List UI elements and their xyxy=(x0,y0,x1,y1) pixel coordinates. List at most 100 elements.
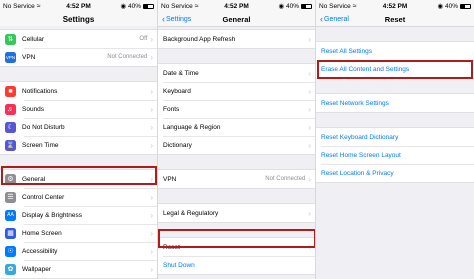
chevron-right-icon: › xyxy=(150,246,153,256)
general-group-vpn: VPN Not Connected › xyxy=(158,169,315,189)
battery-icon xyxy=(460,3,472,9)
general-group-refresh: Background App Refresh › xyxy=(158,29,315,49)
settings-row-general[interactable]: ⚙ General › xyxy=(0,170,157,188)
settings-group-notifications: ■ Notifications › ♬ Sounds › ☾ Do Not Di… xyxy=(0,81,157,155)
control-center-icon: ☰ xyxy=(5,191,16,203)
row-label: Notifications xyxy=(22,87,58,95)
chevron-left-icon: ‹ xyxy=(320,14,323,24)
general-row-legal[interactable]: Legal & Regulatory › xyxy=(158,204,315,222)
chevron-right-icon: › xyxy=(308,242,311,252)
chevron-right-icon: › xyxy=(150,174,153,184)
hourglass-icon: ⌛ xyxy=(5,139,16,151)
nav-bar: ‹ General Reset xyxy=(316,12,474,27)
settings-row-display-brightness[interactable]: AA Display & Brightness › xyxy=(0,206,157,224)
chevron-right-icon: › xyxy=(308,86,311,96)
reset-group-network: Reset Network Settings xyxy=(316,93,474,113)
reset-group-settings: Reset All Settings Erase All Content and… xyxy=(316,41,474,79)
chevron-right-icon: › xyxy=(150,104,153,114)
page-title: Reset xyxy=(384,14,406,24)
reset-row-keyboard-dictionary[interactable]: Reset Keyboard Dictionary xyxy=(316,128,474,146)
reset-group-misc: Reset Keyboard Dictionary Reset Home Scr… xyxy=(316,127,474,183)
battery-area: ◉ 40% xyxy=(91,2,155,10)
row-label: Display & Brightness xyxy=(22,211,82,219)
back-label: General xyxy=(324,15,349,23)
general-row-fonts[interactable]: Fonts › xyxy=(158,100,315,118)
row-label: Do Not Disturb xyxy=(22,123,65,131)
battery-icon xyxy=(301,3,313,9)
general-row-language-region[interactable]: Language & Region › xyxy=(158,118,315,136)
reset-row-all-settings[interactable]: Reset All Settings xyxy=(316,42,474,60)
screenshot-composite: No Service ≈ 4:52 PM ◉ 40% Settings ⇅ Ce… xyxy=(0,0,474,279)
row-label: Sounds xyxy=(22,105,45,113)
settings-group-connectivity: ⇅ Cellular Off › VPN VPN Not Connected › xyxy=(0,29,157,67)
row-label: Reset Network Settings xyxy=(321,99,389,107)
chevron-right-icon: › xyxy=(308,174,311,184)
row-label: Reset Keyboard Dictionary xyxy=(321,133,399,141)
chevron-right-icon: › xyxy=(150,122,153,132)
status-bar: No Service ≈ 4:52 PM ◉ 40% xyxy=(158,0,315,12)
chevron-right-icon: › xyxy=(150,264,153,274)
general-row-vpn[interactable]: VPN Not Connected › xyxy=(158,170,315,188)
settings-row-screen-time[interactable]: ⌛ Screen Time › xyxy=(0,136,157,154)
accessibility-icon: ☉ xyxy=(5,245,16,257)
clock: 4:52 PM xyxy=(66,2,91,10)
settings-row-sounds[interactable]: ♬ Sounds › xyxy=(0,100,157,118)
settings-row-home-screen[interactable]: ▦ Home Screen › xyxy=(0,224,157,242)
page-title: Settings xyxy=(0,12,157,26)
chevron-right-icon: › xyxy=(150,52,153,62)
row-label: Erase All Content and Settings xyxy=(321,65,410,73)
wallpaper-icon: ✿ xyxy=(5,263,16,275)
settings-row-control-center[interactable]: ☰ Control Center › xyxy=(0,188,157,206)
wifi-icon: ≈ xyxy=(352,2,357,10)
row-label: Wallpaper xyxy=(22,265,52,273)
carrier-label: No Service xyxy=(319,2,351,10)
home-screen-icon: ▦ xyxy=(5,227,16,239)
general-row-dictionary[interactable]: Dictionary › xyxy=(158,136,315,154)
lock-rotation-icon: ◉ xyxy=(437,3,443,10)
carrier-area: No Service ≈ xyxy=(3,3,66,10)
chevron-right-icon: › xyxy=(150,228,153,238)
settings-row-wallpaper[interactable]: ✿ Wallpaper › xyxy=(0,260,157,278)
reset-row-home-screen-layout[interactable]: Reset Home Screen Layout xyxy=(316,146,474,164)
settings-row-accessibility[interactable]: ☉ Accessibility › xyxy=(0,242,157,260)
back-label: Settings xyxy=(166,15,192,23)
general-row-reset[interactable]: Reset › xyxy=(158,238,315,256)
nav-bar: ‹ Settings General xyxy=(158,12,315,27)
row-label: Screen Time xyxy=(22,141,59,149)
row-value: Not Connected xyxy=(107,54,148,60)
page-title: General xyxy=(222,14,251,24)
reset-row-erase-all[interactable]: Erase All Content and Settings xyxy=(316,60,474,78)
chevron-right-icon: › xyxy=(150,210,153,220)
reset-row-location-privacy[interactable]: Reset Location & Privacy xyxy=(316,164,474,182)
general-group-locale: Date & Time › Keyboard › Fonts › Languag… xyxy=(158,63,315,155)
settings-row-do-not-disturb[interactable]: ☾ Do Not Disturb › xyxy=(0,118,157,136)
row-label: Accessibility xyxy=(22,247,58,255)
general-row-background-refresh[interactable]: Background App Refresh › xyxy=(158,30,315,48)
battery-percent: 40% xyxy=(128,2,142,10)
row-label: Home Screen xyxy=(22,229,62,237)
back-button[interactable]: ‹ Settings xyxy=(162,14,192,24)
general-row-date-time[interactable]: Date & Time › xyxy=(158,64,315,82)
chevron-right-icon: › xyxy=(308,68,311,78)
general-panel: No Service ≈ 4:52 PM ◉ 40% ‹ Settings Ge… xyxy=(158,0,316,279)
general-row-keyboard[interactable]: Keyboard › xyxy=(158,82,315,100)
settings-row-cellular[interactable]: ⇅ Cellular Off › xyxy=(0,30,157,48)
row-label: Reset All Settings xyxy=(321,47,372,55)
chevron-right-icon: › xyxy=(308,140,311,150)
settings-row-vpn[interactable]: VPN VPN Not Connected › xyxy=(0,48,157,66)
row-label: VPN xyxy=(163,175,177,183)
chevron-right-icon: › xyxy=(150,34,153,44)
general-group-reset: Reset › Shut Down xyxy=(158,237,315,275)
row-label: Control Center xyxy=(22,193,65,201)
settings-row-notifications[interactable]: ■ Notifications › xyxy=(0,82,157,100)
lock-rotation-icon: ◉ xyxy=(278,3,284,10)
speaker-icon: ♬ xyxy=(5,103,16,115)
chevron-right-icon: › xyxy=(308,34,311,44)
carrier-label: No Service xyxy=(161,2,193,10)
reset-row-network[interactable]: Reset Network Settings xyxy=(316,94,474,112)
chevron-right-icon: › xyxy=(150,86,153,96)
notifications-icon: ■ xyxy=(5,85,16,97)
chevron-left-icon: ‹ xyxy=(162,14,165,24)
general-row-shut-down[interactable]: Shut Down xyxy=(158,256,315,274)
back-button[interactable]: ‹ General xyxy=(320,14,349,24)
